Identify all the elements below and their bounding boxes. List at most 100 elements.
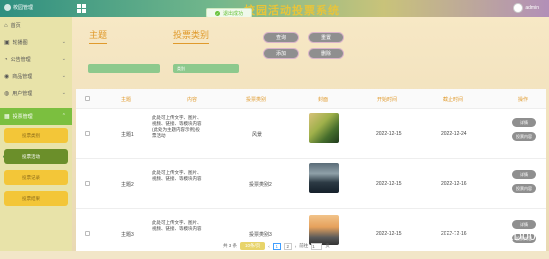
sidebar-item-vote[interactable]: ▦ 投票管理 ⌃	[0, 108, 72, 125]
type-search-input[interactable]: 类别	[173, 64, 239, 73]
cell-content: 此处可上传文字、图片、视频、链接、等模块内容	[152, 220, 202, 231]
prev-page-icon[interactable]: ‹	[268, 244, 270, 249]
detail-button[interactable]: 详情	[512, 170, 536, 179]
table-row: 主题2 此处可上传文字、图片、视频、链接、等模块内容 投票类别2 2022-12…	[76, 159, 546, 209]
select-all-checkbox[interactable]	[85, 96, 90, 101]
cell-type: 投票类别2	[249, 182, 272, 188]
submenu-label: 投票结果	[22, 195, 40, 201]
sidebar-item-carousel[interactable]: ▣ 轮播图 ⌄	[0, 34, 72, 51]
home-icon: ⌂	[4, 22, 8, 29]
system-title: 校园活动投票系统	[244, 5, 340, 17]
delete-button[interactable]: 删除	[308, 48, 344, 59]
sidebar-item-label: 首页	[10, 23, 21, 29]
check-circle-icon: ✓	[215, 10, 220, 16]
column-header: 操作	[518, 97, 529, 103]
cell-type: 风景	[252, 132, 263, 138]
cell-title: 主题1	[121, 132, 134, 138]
table-header: 主题 内容 投票类别 封面 开始时间 截止时间 操作	[76, 89, 546, 109]
chevron-down-icon: ⌄	[61, 56, 66, 62]
sidebar-item-goods[interactable]: ◉ 商品管理 ⌄	[0, 68, 72, 85]
cell-title: 主题2	[121, 182, 134, 188]
sidebar-item-label: 轮播图	[12, 40, 28, 46]
avatar[interactable]	[513, 3, 524, 13]
cell-type: 投票类别3	[249, 232, 272, 238]
user-menu[interactable]: admin	[513, 3, 539, 13]
goto-page-input[interactable]: 1	[311, 242, 323, 250]
row-checkbox[interactable]	[85, 231, 90, 236]
data-table: 主题 内容 投票类别 封面 开始时间 截止时间 操作 主题1 此处可上传文字、图…	[76, 89, 546, 251]
top-bar: 校园管理 校园活动投票系统 admin	[0, 0, 549, 17]
row-checkbox[interactable]	[85, 181, 90, 186]
chevron-down-icon: ⌄	[61, 90, 66, 96]
user-icon: ◍	[4, 91, 10, 97]
goto-prefix: 前往	[299, 243, 309, 248]
cell-end-time: 2022-12-16	[441, 181, 467, 187]
sidebar-item-users[interactable]: ◍ 用户管理 ⌄	[0, 85, 72, 102]
cell-start-time: 2022-12-15	[376, 181, 402, 187]
submenu-item-vote-result[interactable]: 投票结果	[4, 191, 68, 206]
vote-icon: ▦	[4, 114, 10, 120]
chevron-up-icon: ⌃	[61, 113, 66, 119]
sidebar-item-label: 公告管理	[10, 57, 31, 63]
cell-content: 此处可上传文字、图片、视频、链接、等模块内容(此处为主题内容示例)投票活动	[152, 115, 202, 138]
vote-content-button[interactable]: 投票内容	[512, 184, 536, 193]
menu-toggle-icon[interactable]	[77, 4, 86, 13]
page-size-select[interactable]: 10条/页	[240, 242, 266, 250]
sidebar-item-notice[interactable]: ◔ 公告管理 ⌄	[0, 51, 72, 68]
table-row: 主题1 此处可上传文字、图片、视频、链接、等模块内容(此处为主题内容示例)投票活…	[76, 109, 546, 159]
search-label-title: 主题	[89, 28, 108, 44]
pagination: 共 3 条 10条/页 ‹ 1 2 › 前往 1 页	[223, 242, 330, 250]
column-header: 投票类别	[246, 97, 267, 103]
cover-image	[309, 215, 339, 245]
watermark: CSDN @MZ_ZXD001	[430, 230, 543, 243]
detail-button[interactable]: 详情	[512, 118, 536, 127]
goto-suffix: 页	[325, 243, 330, 248]
page-number[interactable]: 1	[272, 242, 281, 250]
submenu-label: 投票类别	[22, 132, 40, 138]
cell-title: 主题3	[121, 232, 134, 238]
vote-content-button[interactable]: 投票内容	[512, 132, 536, 141]
user-label: admin	[525, 5, 539, 11]
submenu-item-vote-type[interactable]: 投票类别	[4, 128, 68, 143]
sidebar-item-label: 用户管理	[12, 91, 33, 97]
next-page-icon[interactable]: ›	[295, 244, 297, 249]
goods-icon: ◉	[4, 74, 10, 80]
image-icon: ▣	[4, 40, 10, 46]
brand-logo-icon	[4, 4, 11, 11]
cell-start-time: 2022-12-15	[376, 231, 402, 237]
submenu-item-vote-activity[interactable]: 投票活动	[4, 149, 68, 164]
row-checkbox[interactable]	[85, 131, 90, 136]
add-button[interactable]: 添加	[263, 48, 299, 59]
cell-end-time: 2022-12-24	[441, 131, 467, 137]
cell-content: 此处可上传文字、图片、视频、链接、等模块内容	[152, 170, 202, 181]
sidebar-item-home[interactable]: ⌂ 首页	[0, 17, 72, 34]
column-header: 封面	[318, 97, 329, 103]
submenu-label: 投票记录	[22, 174, 40, 180]
brand-label: 校园管理	[13, 5, 34, 11]
submenu-item-vote-record[interactable]: 投票记录	[4, 170, 68, 185]
pagination-total: 共 3 条	[223, 243, 238, 248]
reset-button[interactable]: 重置	[308, 32, 344, 43]
column-header: 截止时间	[443, 97, 464, 103]
column-header: 主题	[121, 97, 132, 103]
detail-button[interactable]: 详情	[512, 220, 536, 229]
sidebar: ⌂ 首页 ▣ 轮播图 ⌄ ◔ 公告管理 ⌄ ◉ 商品管理 ⌄ ◍ 用户管理 ⌄ …	[0, 17, 72, 251]
main-content: 主题 投票类别 类别 查询 重置 添加 删除 主题 内容 投票类别 封面 开始时…	[72, 17, 549, 251]
title-search-input[interactable]	[88, 64, 160, 73]
chevron-down-icon: ⌄	[61, 39, 66, 45]
query-button[interactable]: 查询	[263, 32, 299, 43]
sidebar-item-label: 商品管理	[12, 74, 33, 80]
submenu-label: 投票活动	[22, 153, 40, 159]
cover-image	[309, 113, 339, 143]
brand: 校园管理	[4, 4, 33, 11]
page-number[interactable]: 2	[283, 242, 292, 250]
toast-message: 退出成功	[223, 10, 244, 17]
column-header: 开始时间	[377, 97, 398, 103]
cover-image	[309, 163, 339, 193]
bell-icon: ◔	[4, 56, 8, 63]
search-label-type: 投票类别	[173, 28, 210, 44]
chevron-down-icon: ⌄	[61, 73, 66, 79]
cell-start-time: 2022-12-15	[376, 131, 402, 137]
column-header: 内容	[187, 97, 198, 103]
sidebar-item-label: 投票管理	[12, 114, 33, 120]
